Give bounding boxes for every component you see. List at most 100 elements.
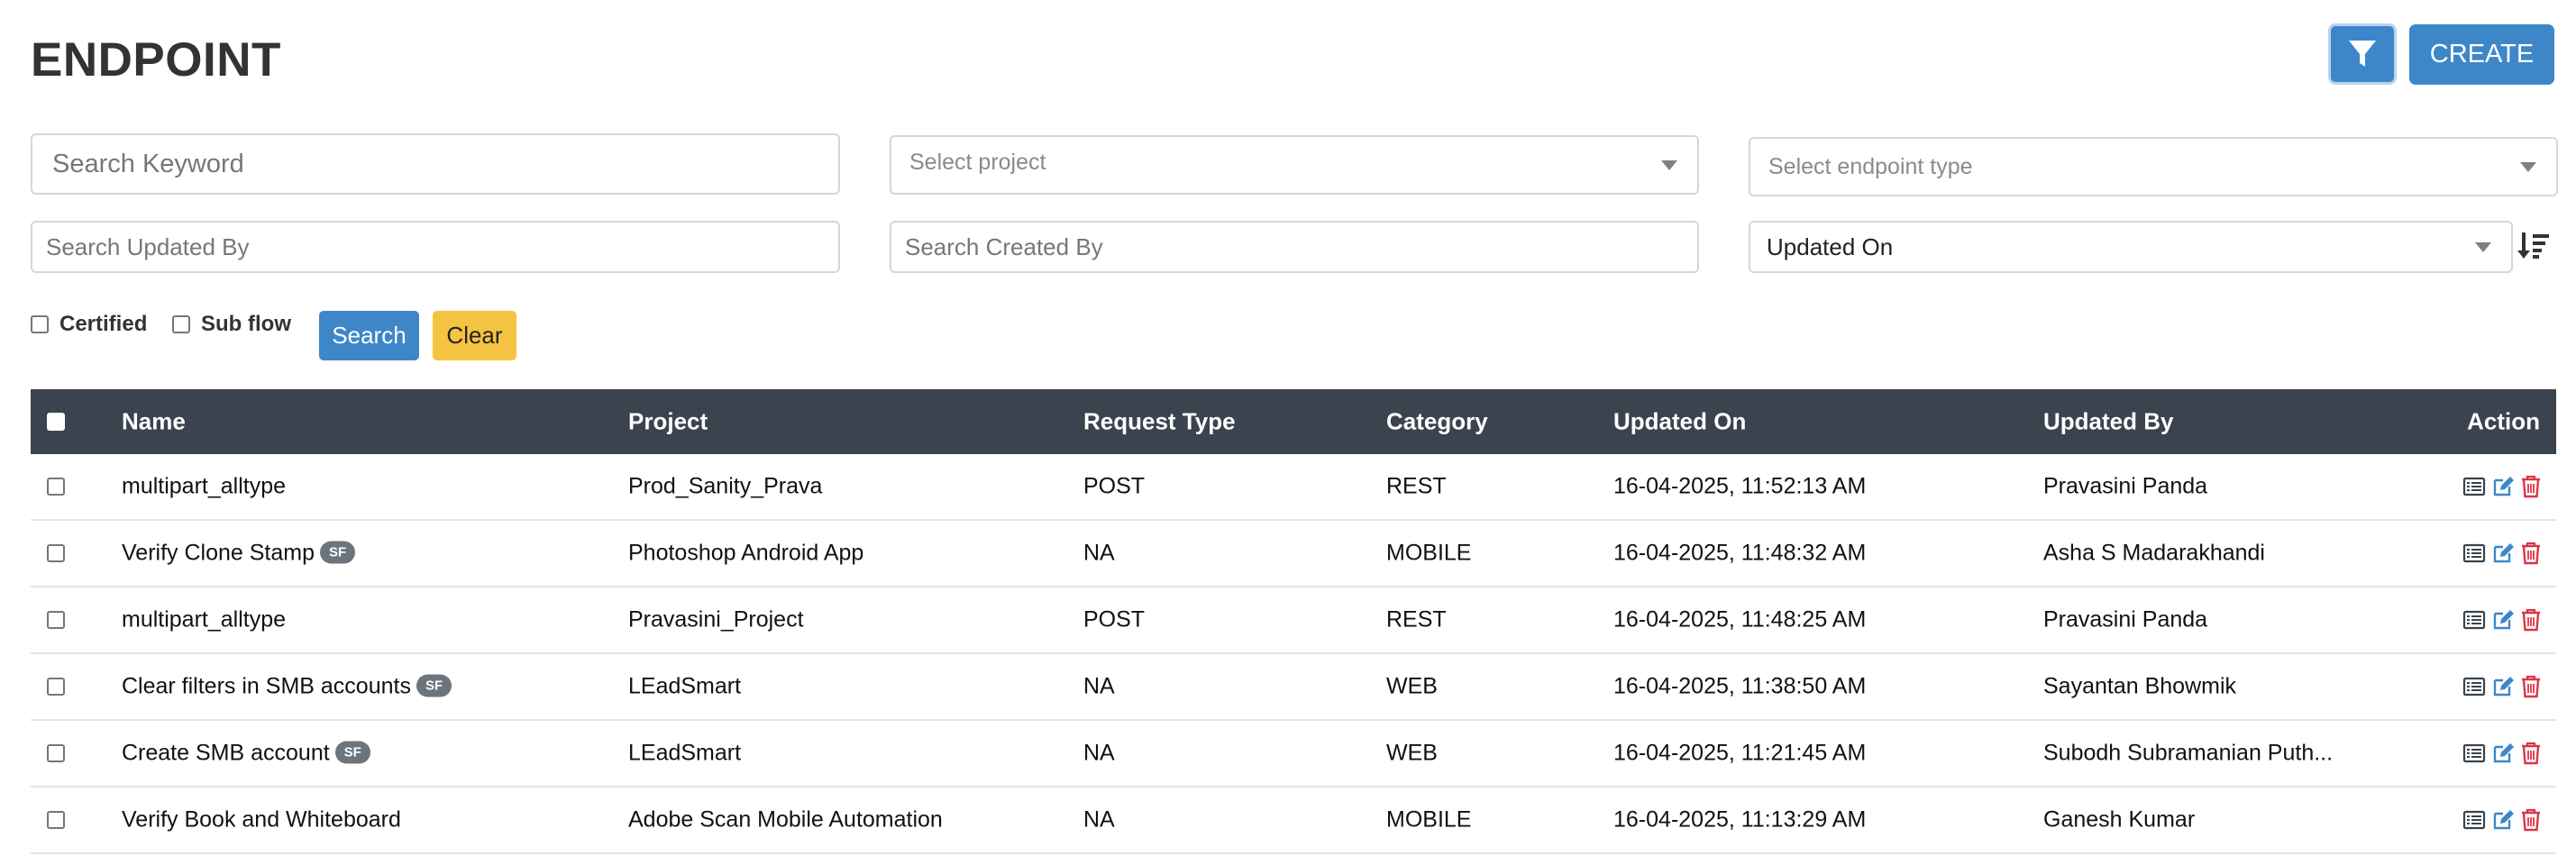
certified-checkbox-group[interactable]: Certified <box>31 312 147 337</box>
row-updated-by: Sayantan Bhowmik <box>2043 673 2237 699</box>
row-checkbox[interactable] <box>47 811 65 829</box>
endpoint-name[interactable]: multipart_alltype <box>122 474 286 499</box>
search-keyword-placeholder: Search Keyword <box>52 149 244 178</box>
project-select[interactable]: Select project <box>890 135 1699 195</box>
updated-by-placeholder: Search Updated By <box>46 232 250 260</box>
trash-icon[interactable] <box>2520 742 2542 765</box>
updated-by-input[interactable]: Search Updated By <box>31 221 840 273</box>
list-icon[interactable] <box>2462 609 2486 631</box>
row-project: Pravasini_Project <box>628 606 804 633</box>
edit-icon[interactable] <box>2491 675 2515 698</box>
row-name-cell[interactable]: Create SMB account SF <box>122 741 370 767</box>
table-row: multipart_alltype Prod_Sanity_Prava POST… <box>31 454 2556 521</box>
column-header-updated-by: Updated By <box>2043 407 2174 435</box>
table-row: multipart_alltype Pravasini_Project POST… <box>31 587 2556 654</box>
row-actions <box>2462 808 2542 832</box>
select-all-checkbox[interactable] <box>47 413 65 431</box>
chevron-down-icon <box>1661 160 1677 170</box>
row-request-type: POST <box>1083 606 1146 633</box>
row-actions <box>2462 742 2542 765</box>
list-icon[interactable] <box>2462 742 2486 764</box>
project-select-placeholder: Select project <box>909 149 1046 175</box>
filter-icon <box>2349 41 2376 67</box>
page-title: ENDPOINT <box>31 33 281 87</box>
edit-icon[interactable] <box>2491 608 2515 632</box>
edit-icon[interactable] <box>2491 742 2515 765</box>
row-name-cell[interactable]: Clear filters in SMB accounts SF <box>122 674 452 700</box>
trash-icon[interactable] <box>2520 542 2542 565</box>
certified-checkbox[interactable] <box>31 315 49 333</box>
column-header-updated-on: Updated On <box>1613 407 1747 435</box>
edit-icon[interactable] <box>2491 808 2515 832</box>
create-button[interactable]: CREATE <box>2409 24 2554 85</box>
column-header-name: Name <box>122 407 186 435</box>
endpoint-type-select-placeholder: Select endpoint type <box>1768 153 1973 179</box>
row-name-cell[interactable]: Verify Clone Stamp SF <box>122 541 356 567</box>
row-category: MOBILE <box>1386 540 1472 566</box>
row-request-type: NA <box>1083 540 1115 566</box>
subflow-checkbox-group[interactable]: Sub flow <box>172 312 291 337</box>
filter-button[interactable] <box>2328 23 2397 85</box>
column-header-category: Category <box>1386 407 1488 435</box>
list-icon[interactable] <box>2462 542 2486 564</box>
endpoint-type-select[interactable]: Select endpoint type <box>1749 137 2558 196</box>
sort-by-value: Updated On <box>1767 232 1894 260</box>
row-checkbox[interactable] <box>47 544 65 562</box>
endpoint-name[interactable]: Create SMB account <box>122 741 330 766</box>
row-updated-by: Pravasini Panda <box>2043 473 2208 499</box>
row-updated-on: 16-04-2025, 11:21:45 AM <box>1613 740 1867 766</box>
row-name-cell[interactable]: multipart_alltype <box>122 607 286 633</box>
chevron-down-icon <box>2475 242 2491 252</box>
column-header-project: Project <box>628 407 708 435</box>
row-updated-on: 16-04-2025, 11:38:50 AM <box>1613 673 1867 699</box>
subflow-badge: SF <box>320 541 356 564</box>
table-row: Clear filters in SMB accounts SF LEadSmar… <box>31 654 2556 721</box>
row-checkbox[interactable] <box>47 478 65 496</box>
search-button[interactable]: Search <box>319 311 419 360</box>
row-checkbox[interactable] <box>47 678 65 696</box>
trash-icon[interactable] <box>2520 608 2542 632</box>
row-updated-by: Ganesh Kumar <box>2043 806 2196 833</box>
subflow-badge: SF <box>416 674 452 697</box>
table-row: Create SMB account SF LEadSmart NA WEB 16… <box>31 721 2556 788</box>
row-request-type: NA <box>1083 740 1115 766</box>
endpoint-name[interactable]: multipart_alltype <box>122 607 286 633</box>
sort-by-select[interactable]: Updated On <box>1749 221 2513 273</box>
row-project: Adobe Scan Mobile Automation <box>628 806 943 833</box>
table-row: Verify Book and Whiteboard Adobe Scan Mo… <box>31 788 2556 854</box>
created-by-input[interactable]: Search Created By <box>890 221 1699 273</box>
subflow-label: Sub flow <box>201 312 291 336</box>
list-icon[interactable] <box>2462 476 2486 497</box>
row-updated-by: Pravasini Panda <box>2043 606 2208 633</box>
search-keyword-input[interactable]: Search Keyword <box>31 133 840 195</box>
trash-icon[interactable] <box>2520 808 2542 832</box>
row-category: WEB <box>1386 673 1438 699</box>
row-name-cell[interactable]: Verify Book and Whiteboard <box>122 807 401 833</box>
list-icon[interactable] <box>2462 676 2486 697</box>
list-icon[interactable] <box>2462 809 2486 831</box>
endpoint-name[interactable]: Verify Book and Whiteboard <box>122 807 401 833</box>
subflow-checkbox[interactable] <box>172 315 190 333</box>
row-actions <box>2462 608 2542 632</box>
row-project: LEadSmart <box>628 673 742 699</box>
endpoint-name[interactable]: Clear filters in SMB accounts <box>122 674 411 699</box>
row-updated-by: Asha S Madarakhandi <box>2043 540 2265 566</box>
sort-descending-icon[interactable] <box>2517 231 2550 260</box>
row-updated-on: 16-04-2025, 11:48:25 AM <box>1613 606 1867 633</box>
row-name-cell[interactable]: multipart_alltype <box>122 474 286 500</box>
endpoint-table: Name Project Request Type Category Updat… <box>31 389 2556 854</box>
subflow-badge: SF <box>334 741 370 764</box>
table-body: multipart_alltype Prod_Sanity_Prava POST… <box>31 454 2556 854</box>
trash-icon[interactable] <box>2520 675 2542 698</box>
chevron-down-icon <box>2520 162 2536 172</box>
row-checkbox[interactable] <box>47 744 65 762</box>
endpoint-name[interactable]: Verify Clone Stamp <box>122 541 315 566</box>
row-actions <box>2462 475 2542 498</box>
row-checkbox[interactable] <box>47 611 65 629</box>
edit-icon[interactable] <box>2491 542 2515 565</box>
trash-icon[interactable] <box>2520 475 2542 498</box>
clear-button[interactable]: Clear <box>433 311 516 360</box>
row-category: REST <box>1386 606 1447 633</box>
edit-icon[interactable] <box>2491 475 2515 498</box>
row-request-type: NA <box>1083 673 1115 699</box>
